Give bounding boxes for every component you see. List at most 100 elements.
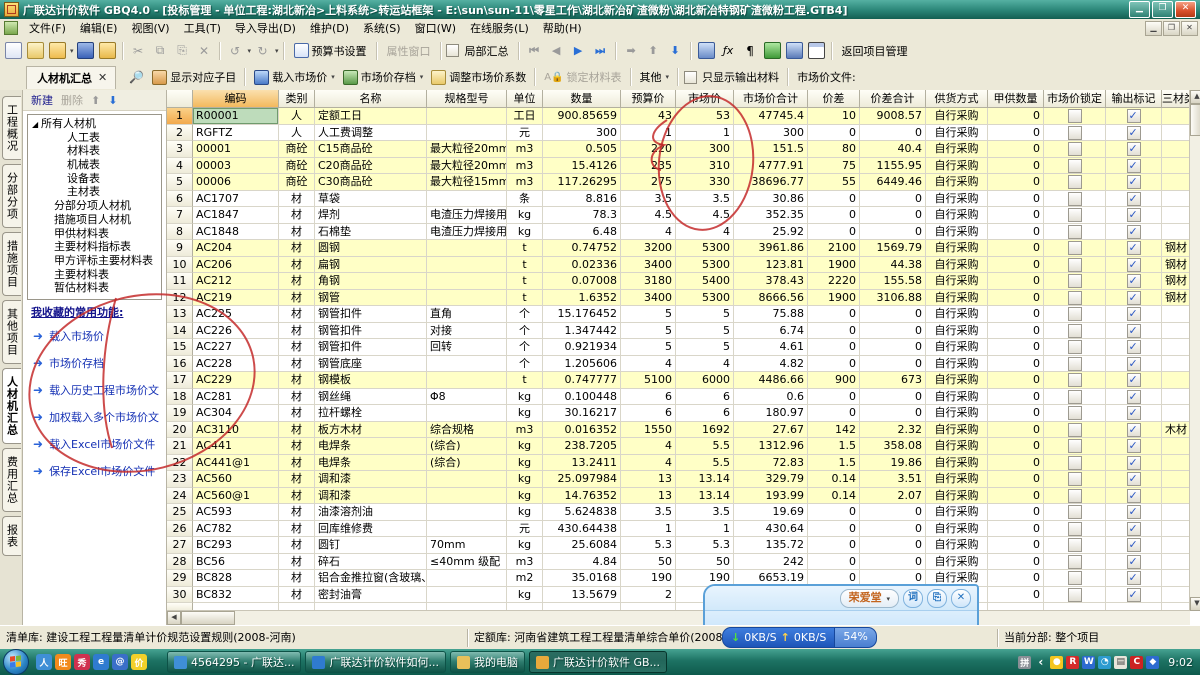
row-number[interactable]: 24	[167, 488, 193, 505]
cell[interactable]: 5	[676, 306, 734, 323]
favorite-link[interactable]: ➜载入历史工程市场价文	[33, 376, 166, 403]
cell[interactable]: 35.0168	[543, 570, 621, 587]
cell[interactable]: 1	[676, 521, 734, 538]
cell[interactable]	[427, 290, 507, 307]
checkbox-unchecked-icon[interactable]	[1068, 538, 1082, 552]
cell[interactable]	[1162, 356, 1190, 373]
redo-icon[interactable]: ↻	[252, 40, 273, 61]
cell[interactable]	[1162, 504, 1190, 521]
cell[interactable]	[427, 257, 507, 274]
cell[interactable]: 材	[279, 455, 315, 472]
cell[interactable]: 材	[279, 389, 315, 406]
cell[interactable]	[427, 125, 507, 142]
cell[interactable]: t	[507, 273, 543, 290]
cell[interactable]: 25.6084	[543, 537, 621, 554]
cell[interactable]: 0	[808, 405, 860, 422]
cell-output-mark[interactable]	[1106, 240, 1162, 257]
menu-item[interactable]: 窗口(W)	[408, 19, 463, 37]
pilcrow-icon[interactable]: ¶	[740, 40, 761, 61]
paste-icon[interactable]: ⎘	[172, 40, 193, 61]
cell[interactable]: 材	[279, 570, 315, 587]
cell[interactable]	[1162, 471, 1190, 488]
cell-market-price-lock[interactable]	[1044, 323, 1106, 340]
favorite-link[interactable]: ➜市场价存档	[33, 349, 166, 376]
cell[interactable]: 调和漆	[315, 471, 427, 488]
cell[interactable]: ≤40mm 级配	[427, 554, 507, 571]
column-header[interactable]	[167, 90, 193, 108]
cell[interactable]: 个	[507, 323, 543, 340]
checkbox-checked-icon[interactable]	[1127, 192, 1141, 206]
row-number[interactable]: 2	[167, 125, 193, 142]
cell-output-mark[interactable]	[1106, 504, 1162, 521]
menu-item[interactable]: 视图(V)	[124, 19, 176, 37]
mdi-restore-button[interactable]: ❐	[1163, 21, 1180, 36]
checkbox-checked-icon[interactable]	[1127, 109, 1141, 123]
cell[interactable]: 材	[279, 405, 315, 422]
cell[interactable]: 0	[988, 422, 1044, 439]
cell-market-price-lock[interactable]	[1044, 554, 1106, 571]
cell[interactable]: 自行采购	[926, 158, 988, 175]
cell[interactable]: 材	[279, 273, 315, 290]
monitor-icon[interactable]	[784, 40, 805, 61]
cell[interactable]: 0	[808, 323, 860, 340]
cell[interactable]: 72.83	[734, 455, 808, 472]
cell[interactable]: 1312.96	[734, 438, 808, 455]
cell[interactable]: 最大粒径20mm	[427, 158, 507, 175]
menu-item[interactable]: 编辑(E)	[73, 19, 125, 37]
cell[interactable]: 0	[988, 504, 1044, 521]
sidebar-tab-1[interactable]: 工程概况	[2, 96, 21, 160]
cell-market-price-lock[interactable]	[1044, 471, 1106, 488]
cell[interactable]: 0.07008	[543, 273, 621, 290]
cell[interactable]: 6	[676, 389, 734, 406]
cell[interactable]: 自行采购	[926, 191, 988, 208]
cell[interactable]: kg	[507, 224, 543, 241]
checkbox-unchecked-icon[interactable]	[1068, 324, 1082, 338]
cell[interactable]	[427, 191, 507, 208]
checkbox-checked-icon[interactable]	[1127, 489, 1141, 503]
cell[interactable]: kg	[507, 537, 543, 554]
cell[interactable]: 自行采购	[926, 174, 988, 191]
cell[interactable]: 1900	[808, 290, 860, 307]
cell[interactable]: 材	[279, 290, 315, 307]
c-tray-icon[interactable]: C	[1130, 656, 1143, 669]
cell[interactable]: 75.88	[734, 306, 808, 323]
cell-market-price-lock[interactable]	[1044, 455, 1106, 472]
tree-item[interactable]: 分部分项人材机	[28, 199, 161, 213]
checkbox-checked-icon[interactable]	[1127, 241, 1141, 255]
cell[interactable]: 43	[621, 108, 676, 125]
cell[interactable]: 材	[279, 504, 315, 521]
tree-item[interactable]: 暂估材料表	[28, 281, 161, 295]
cell[interactable]: 0	[988, 537, 1044, 554]
cell[interactable]: 5.5	[676, 438, 734, 455]
cell[interactable]: C20商品砼	[315, 158, 427, 175]
cell-market-price-lock[interactable]	[1044, 174, 1106, 191]
cell-output-mark[interactable]	[1106, 174, 1162, 191]
cell[interactable]	[1162, 207, 1190, 224]
cell[interactable]: 人工费调整	[315, 125, 427, 142]
cell[interactable]: 1.205606	[543, 356, 621, 373]
cell[interactable]: 0	[860, 323, 926, 340]
tree-delete-button[interactable]: 删除	[61, 92, 83, 108]
cell[interactable]: kg	[507, 207, 543, 224]
checkbox-checked-icon[interactable]	[1127, 159, 1141, 173]
cell[interactable]	[427, 521, 507, 538]
cell[interactable]: AC225	[193, 306, 279, 323]
cell[interactable]: 人	[279, 108, 315, 125]
new-doc-icon[interactable]	[3, 40, 24, 61]
cell-output-mark[interactable]	[1106, 125, 1162, 142]
cell[interactable]: 钢材	[1162, 240, 1190, 257]
cell[interactable]: 材	[279, 356, 315, 373]
calendar-tray-icon[interactable]: ▤	[1114, 656, 1127, 669]
cell[interactable]: 板方木材	[315, 422, 427, 439]
cell[interactable]: 19.86	[860, 455, 926, 472]
cell[interactable]: 5400	[676, 273, 734, 290]
cube-icon[interactable]	[762, 40, 783, 61]
checkbox-checked-icon[interactable]	[1127, 225, 1141, 239]
checkbox-checked-icon[interactable]	[1127, 423, 1141, 437]
menu-item[interactable]: 系统(S)	[356, 19, 408, 37]
scroll-up-icon[interactable]: ▲	[1190, 90, 1200, 104]
cell[interactable]: 1.5	[808, 455, 860, 472]
cell[interactable]: AC228	[193, 356, 279, 373]
cell[interactable]: 78.3	[543, 207, 621, 224]
cell[interactable]: 4	[676, 356, 734, 373]
